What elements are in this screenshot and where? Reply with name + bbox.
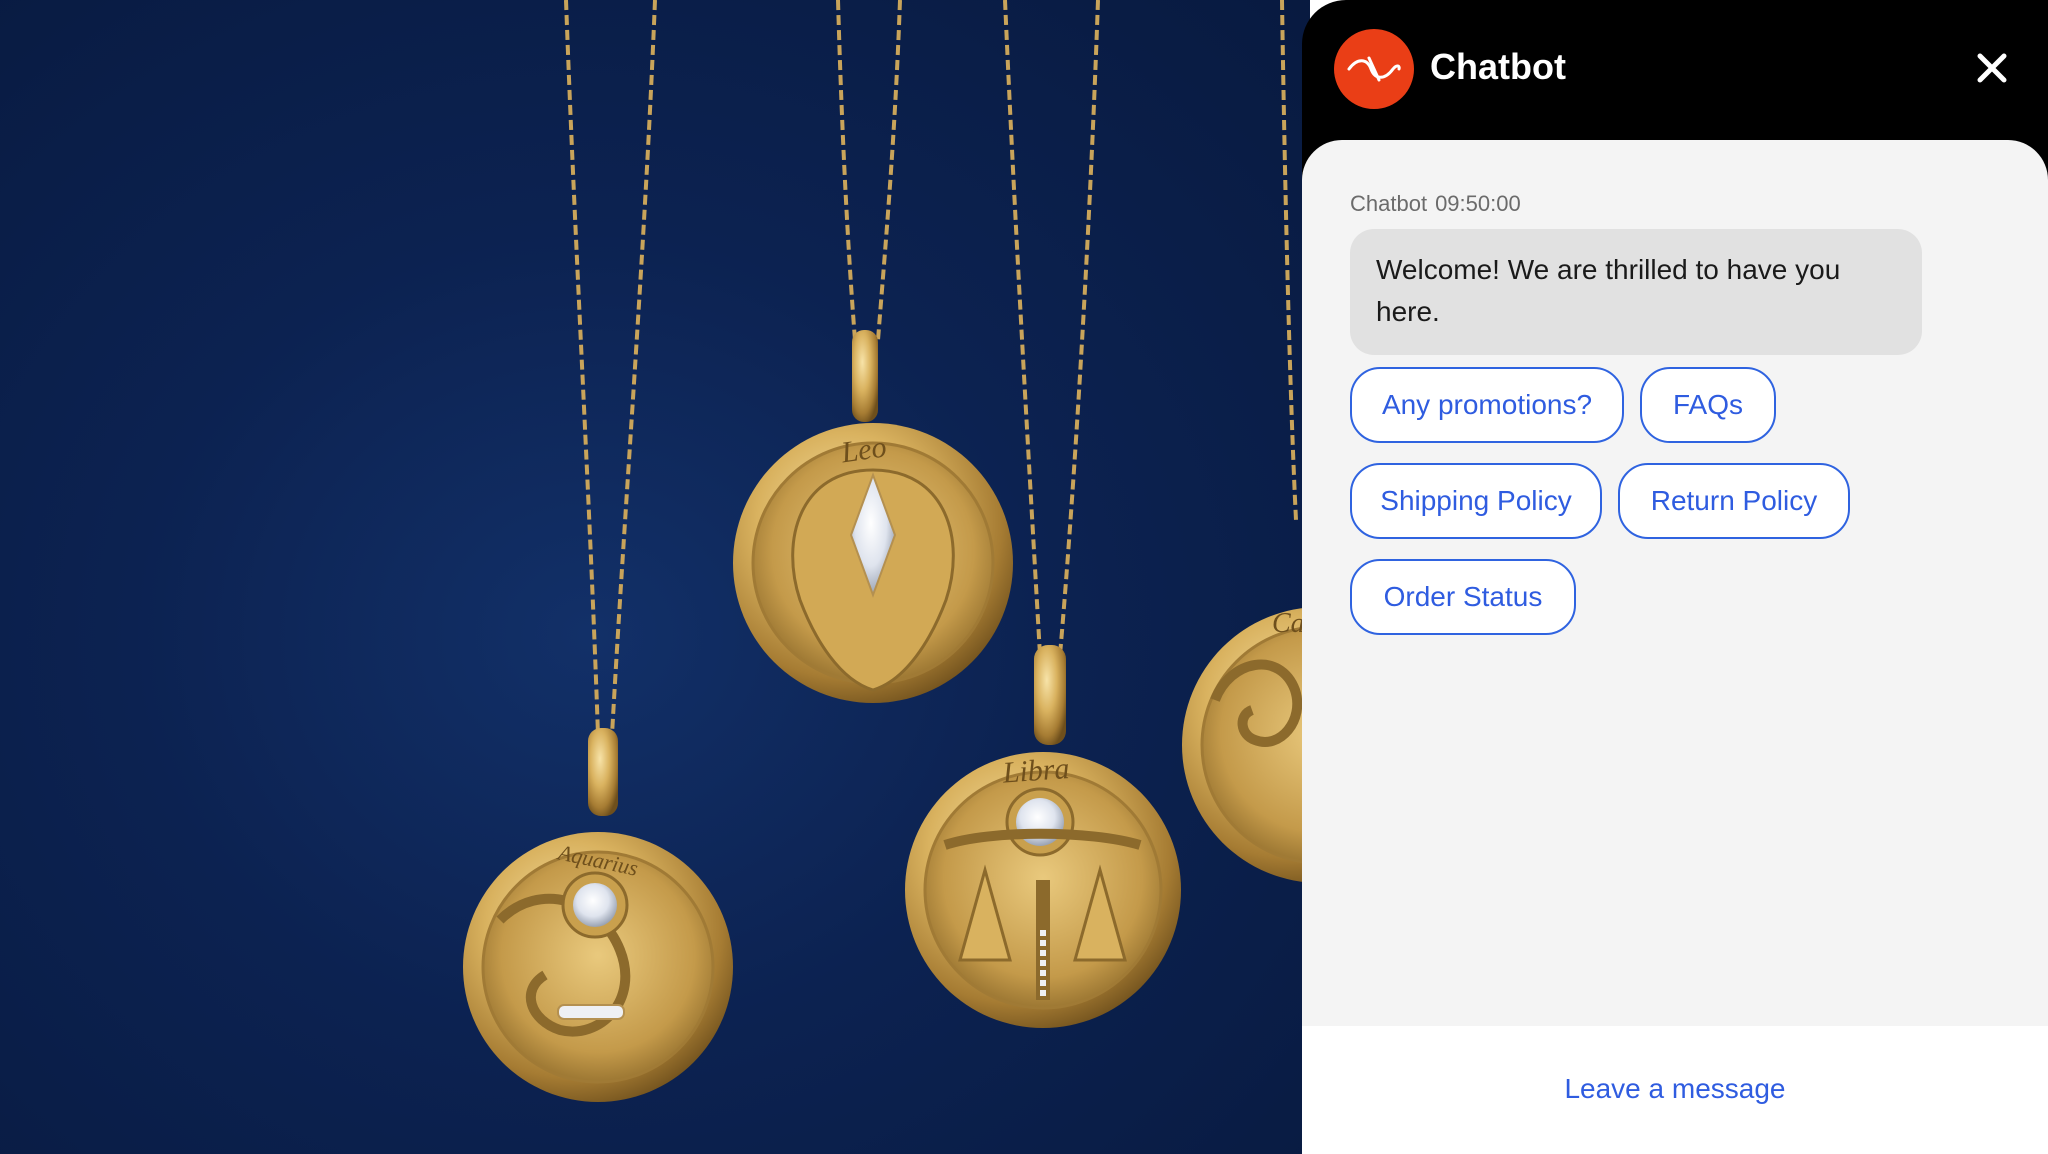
leave-message-link[interactable]: Leave a message <box>1302 1071 2048 1107</box>
close-button[interactable] <box>1970 46 2014 90</box>
capricorn-pendant-partial: Ca <box>1182 607 1310 883</box>
svg-text:Ca: Ca <box>1272 608 1305 639</box>
quick-reply-order-status[interactable]: Order Status <box>1350 559 1576 635</box>
page: Leo Aquarius Libra Ca Chatbot Chatbot 09… <box>0 0 2048 1154</box>
bot-message-bubble: Welcome! We are thrilled to have you her… <box>1350 229 1922 355</box>
chat-title: Chatbot <box>1430 46 1566 87</box>
message-meta: Chatbot 09:50:00 <box>1350 190 1521 218</box>
svg-text:Libra: Libra <box>1001 752 1071 790</box>
libra-pendant: Libra <box>905 645 1181 1028</box>
close-icon <box>1977 53 2007 83</box>
brand-logo-icon <box>1334 29 1414 109</box>
message-sender: Chatbot <box>1350 191 1428 216</box>
message-timestamp: 09:50:00 <box>1435 191 1521 216</box>
pendants-illustration: Leo Aquarius Libra Ca <box>463 0 1310 1102</box>
hero-product-image: Leo Aquarius Libra Ca <box>0 0 1310 1154</box>
chatbot-widget: Chatbot Chatbot 09:50:00 Welcome! We are … <box>1302 0 2048 1154</box>
svg-text:Leo: Leo <box>838 430 888 469</box>
leo-pendant: Leo <box>733 330 1013 703</box>
brand-logo-mark <box>1347 56 1401 82</box>
quick-reply-shipping-policy[interactable]: Shipping Policy <box>1350 463 1602 539</box>
quick-reply-faqs[interactable]: FAQs <box>1640 367 1776 443</box>
aquarius-pendant: Aquarius <box>463 728 733 1102</box>
chat-footer: Leave a message <box>1302 1026 2048 1154</box>
quick-reply-promotions[interactable]: Any promotions? <box>1350 367 1624 443</box>
quick-reply-return-policy[interactable]: Return Policy <box>1618 463 1850 539</box>
chat-messages-area: Chatbot 09:50:00 Welcome! We are thrilled… <box>1302 140 2048 1026</box>
chat-header: Chatbot <box>1302 0 2048 140</box>
